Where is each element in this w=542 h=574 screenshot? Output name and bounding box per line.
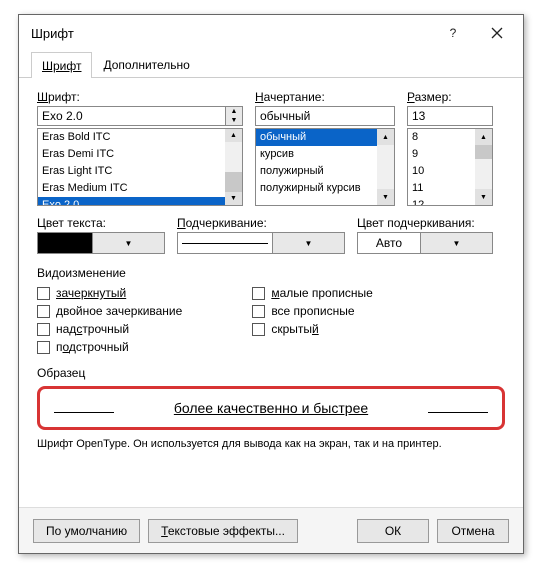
underline-combo[interactable]: ▼ — [177, 232, 345, 254]
list-item[interactable]: Eras Demi ITC — [38, 146, 225, 163]
style-listbox[interactable]: обычный курсив полужирный полужирный кур… — [255, 128, 395, 206]
size-input[interactable] — [407, 106, 493, 126]
list-item[interactable]: Eras Medium ITC — [38, 180, 225, 197]
effects-label: Видоизменение — [37, 266, 505, 280]
list-item[interactable]: курсив — [256, 146, 377, 163]
tabs: Шрифт Дополнительно — [19, 51, 523, 78]
color-label: Цвет текста: — [37, 216, 165, 230]
preview-text: более качественно и быстрее — [174, 400, 368, 416]
checkbox-subscript[interactable]: подстрочный — [37, 340, 182, 354]
text-effects-button[interactable]: Текстовые эффекты... — [148, 519, 298, 543]
content: Шрифт: ▲▼ Eras Bold ITC Eras Demi ITC Er… — [19, 78, 523, 460]
list-item[interactable]: полужирный курсив — [256, 180, 377, 197]
list-item[interactable]: Eras Bold ITC — [38, 129, 225, 146]
underline-color-combo[interactable]: Авто▼ — [357, 232, 493, 254]
checkbox-double-strike[interactable]: двойное зачеркивание — [37, 304, 182, 318]
ok-button[interactable]: ОК — [357, 519, 429, 543]
close-icon — [491, 27, 503, 39]
button-bar: По умолчанию Текстовые эффекты... ОК Отм… — [19, 507, 523, 553]
list-item[interactable]: 9 — [408, 146, 475, 163]
list-item[interactable]: 11 — [408, 180, 475, 197]
checkbox-smallcaps[interactable]: малые прописные — [252, 286, 373, 300]
help-button[interactable]: ? — [431, 18, 475, 48]
font-label: Шрифт: — [37, 90, 243, 104]
font-stepper[interactable]: ▲▼ — [226, 106, 243, 126]
list-item[interactable]: 12 — [408, 197, 475, 206]
underline-color-label: Цвет подчеркивания: — [357, 216, 493, 230]
chevron-down-icon: ▼ — [421, 232, 493, 254]
scrollbar[interactable]: ▲▼ — [475, 129, 492, 205]
close-button[interactable] — [475, 18, 519, 48]
list-item[interactable]: полужирный — [256, 163, 377, 180]
scrollbar[interactable]: ▲▼ — [225, 129, 242, 205]
dialog-title: Шрифт — [31, 26, 431, 41]
font-listbox[interactable]: Eras Bold ITC Eras Demi ITC Eras Light I… — [37, 128, 243, 206]
checkbox-superscript[interactable]: надстрочный — [37, 322, 182, 336]
list-item[interactable]: 10 — [408, 163, 475, 180]
list-item[interactable]: обычный — [256, 129, 377, 146]
tab-font[interactable]: Шрифт — [31, 52, 92, 78]
tab-advanced[interactable]: Дополнительно — [92, 51, 200, 77]
checkbox-strike[interactable]: зачеркнутый — [37, 286, 182, 300]
font-dialog: Шрифт ? Шрифт Дополнительно Шрифт: ▲▼ Er… — [18, 14, 524, 554]
list-item[interactable]: Exo 2.0 — [38, 197, 225, 206]
chevron-down-icon: ▼ — [273, 232, 345, 254]
font-input[interactable] — [37, 106, 226, 126]
checkbox-hidden[interactable]: скрытый — [252, 322, 373, 336]
titlebar: Шрифт ? — [19, 15, 523, 51]
style-label: Начертание: — [255, 90, 395, 104]
size-listbox[interactable]: 8 9 10 11 12 ▲▼ — [407, 128, 493, 206]
preview-box: более качественно и быстрее — [37, 386, 505, 430]
list-item[interactable]: 8 — [408, 129, 475, 146]
preview-label: Образец — [37, 366, 505, 380]
chevron-down-icon: ▼ — [93, 232, 165, 254]
font-hint: Шрифт OpenType. Он используется для выво… — [37, 438, 505, 450]
scrollbar[interactable]: ▲▼ — [377, 129, 394, 205]
font-color-combo[interactable]: ▼ — [37, 232, 165, 254]
underline-label: Подчеркивание: — [177, 216, 345, 230]
list-item[interactable]: Eras Light ITC — [38, 163, 225, 180]
style-input[interactable] — [255, 106, 395, 126]
default-button[interactable]: По умолчанию — [33, 519, 140, 543]
size-label: Размер: — [407, 90, 493, 104]
checkbox-allcaps[interactable]: все прописные — [252, 304, 373, 318]
cancel-button[interactable]: Отмена — [437, 519, 509, 543]
